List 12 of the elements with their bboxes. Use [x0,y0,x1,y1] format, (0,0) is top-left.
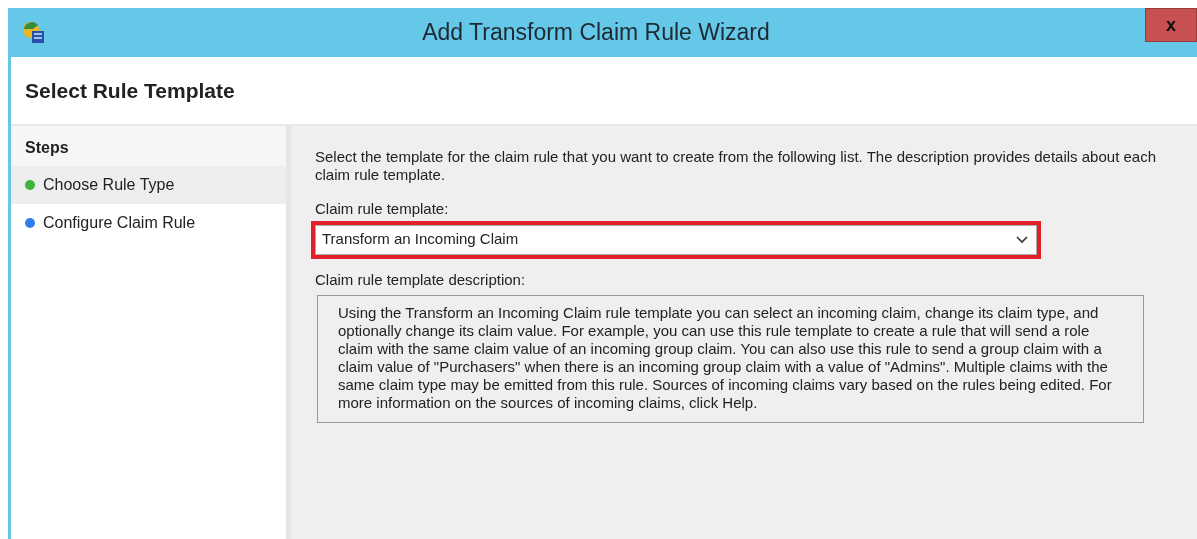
field-label: Claim rule template description: [315,269,527,290]
step-item[interactable]: Choose Rule Type [11,166,286,204]
steps-heading: Steps [11,126,286,166]
step-item[interactable]: Configure Claim Rule [11,204,286,242]
caret-icon [1016,235,1028,244]
window-title: Add Transform Claim Rule Wizard [421,18,771,48]
close-button[interactable]: x [1145,8,1197,42]
description-text: Using the Transform an Incoming Claim rule template you can select an incoming claim, change its claim type, and optionally change its claim value. For example, you can use this rule template to create a rule that will send a role claim with the same claim value of an incoming group claim. You can also use this rule to send a group claim with a claim value of "Purchasers" when there is an incoming group claim with a value of "Admins". Multiple claims with the same claim type may be emitted from this rule. Sources of incoming claims vary based on the rules being edited. For more information on the sources of incoming claims, click Help. [317,295,1144,423]
app-icon [21,19,47,46]
page-heading: Select Rule Template [25,77,235,104]
field-label: Claim rule template: [315,199,450,219]
instruction-text: Select the template for the claim rule that you want to create from the following list. The description provides details about each claim rule template. [315,148,1157,184]
